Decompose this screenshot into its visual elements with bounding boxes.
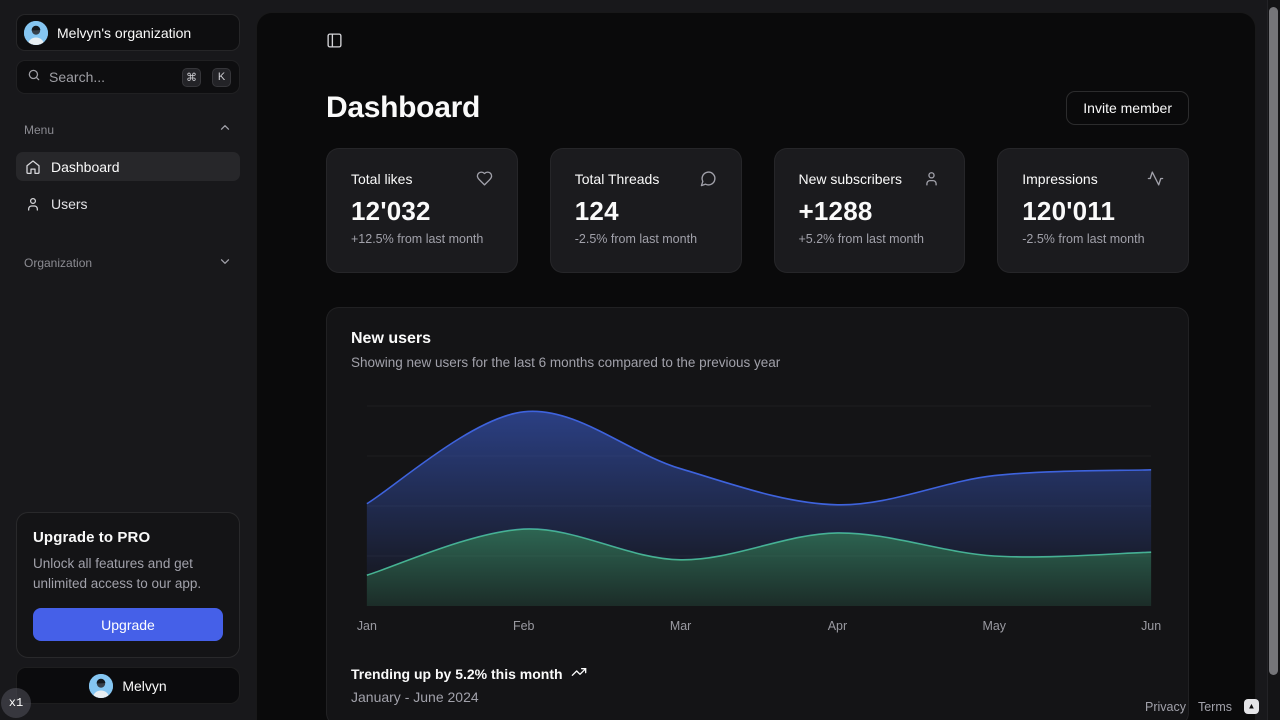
stat-label: Total likes [351,171,412,187]
stat-label: New subscribers [799,171,902,187]
user-name: Melvyn [122,678,166,694]
organization-avatar [24,21,48,45]
stat-delta: -2.5% from last month [1022,232,1164,246]
sidebar-item-label: Users [51,196,88,212]
heart-icon [476,170,493,187]
stat-card-new-subscribers: New subscribers +1288 +5.2% from last mo… [774,148,966,273]
menu-section-label: Menu [24,123,54,137]
search-input[interactable]: Search... ⌘ K [16,60,240,94]
organization-section-label: Organization [24,256,92,270]
user-menu-button[interactable]: Melvyn [16,667,240,704]
page-header: Dashboard Invite member [326,91,1189,125]
stats-row: Total likes 12'032 +12.5% from last mont… [326,148,1189,273]
organization-switcher[interactable]: Melvyn's organization [16,14,240,51]
cursor-count-badge: x1 [1,688,31,718]
stat-label: Total Threads [575,171,660,187]
trending-up-icon [571,664,587,683]
upgrade-title: Upgrade to PRO [33,529,223,546]
chart-title: New users [351,330,1164,348]
invite-member-button[interactable]: Invite member [1066,91,1189,125]
organization-name: Melvyn's organization [57,25,191,41]
menu-section-toggle[interactable]: Menu [16,121,240,139]
page-title: Dashboard [326,91,480,125]
user-avatar [89,674,113,698]
stat-value: 12'032 [351,196,493,227]
legal-links: Privacy Terms ▲ [1145,699,1259,714]
sidebar-item-dashboard[interactable]: Dashboard [16,152,240,181]
stat-value: 120'011 [1022,196,1164,227]
organization-section-toggle[interactable]: Organization [16,254,240,272]
vercel-triangle-badge-icon[interactable]: ▲ [1244,699,1259,714]
stat-value: 124 [575,196,717,227]
new-users-chart-card: New users Showing new users for the last… [326,307,1189,720]
stat-card-total-likes: Total likes 12'032 +12.5% from last mont… [326,148,518,273]
upgrade-card: Upgrade to PRO Unlock all features and g… [16,512,240,659]
sidebar-toggle-button[interactable] [326,32,343,49]
chevron-up-icon [218,121,232,140]
privacy-link[interactable]: Privacy [1145,700,1186,714]
svg-text:May: May [983,619,1007,633]
upgrade-description: Unlock all features and get unlimited ac… [33,554,223,595]
sidebar-item-users[interactable]: Users [16,189,240,218]
stat-label: Impressions [1022,171,1097,187]
sidebar-nav: Dashboard Users [16,152,240,218]
cmd-key-badge: ⌘ [182,68,201,87]
svg-text:Mar: Mar [670,619,691,633]
chevron-down-icon [218,254,232,273]
main-area: Dashboard Invite member Total likes 12'0… [256,0,1280,720]
stat-card-impressions: Impressions 120'011 -2.5% from last mont… [997,148,1189,273]
stat-delta: +12.5% from last month [351,232,493,246]
svg-text:Apr: Apr [828,619,847,633]
chart-subtitle: Showing new users for the last 6 months … [351,355,1164,370]
user-icon [923,170,940,187]
stat-value: +1288 [799,196,941,227]
stat-delta: +5.2% from last month [799,232,941,246]
terms-link[interactable]: Terms [1198,700,1232,714]
sidebar-item-label: Dashboard [51,159,120,175]
new-users-area-chart: Jan Feb Mar Apr May Jun [327,380,1188,648]
stat-card-total-threads: Total Threads 124 -2.5% from last month [550,148,742,273]
k-key-badge: K [212,68,231,87]
scrollbar-thumb[interactable] [1269,7,1278,675]
svg-text:Jan: Jan [357,619,377,633]
message-circle-icon [700,170,717,187]
search-icon [27,68,41,87]
stat-delta: -2.5% from last month [575,232,717,246]
svg-text:Feb: Feb [513,619,535,633]
home-icon [25,159,41,175]
main-content-card: Dashboard Invite member Total likes 12'0… [256,12,1256,720]
activity-icon [1147,170,1164,187]
search-placeholder: Search... [49,69,174,85]
user-icon [25,196,41,212]
chart-footer-trend: Trending up by 5.2% this month [351,666,563,682]
chart-footer-range: January - June 2024 [351,689,1164,705]
svg-text:Jun: Jun [1141,619,1161,633]
upgrade-button[interactable]: Upgrade [33,608,223,641]
sidebar: Melvyn's organization Search... ⌘ K Menu… [0,0,256,720]
